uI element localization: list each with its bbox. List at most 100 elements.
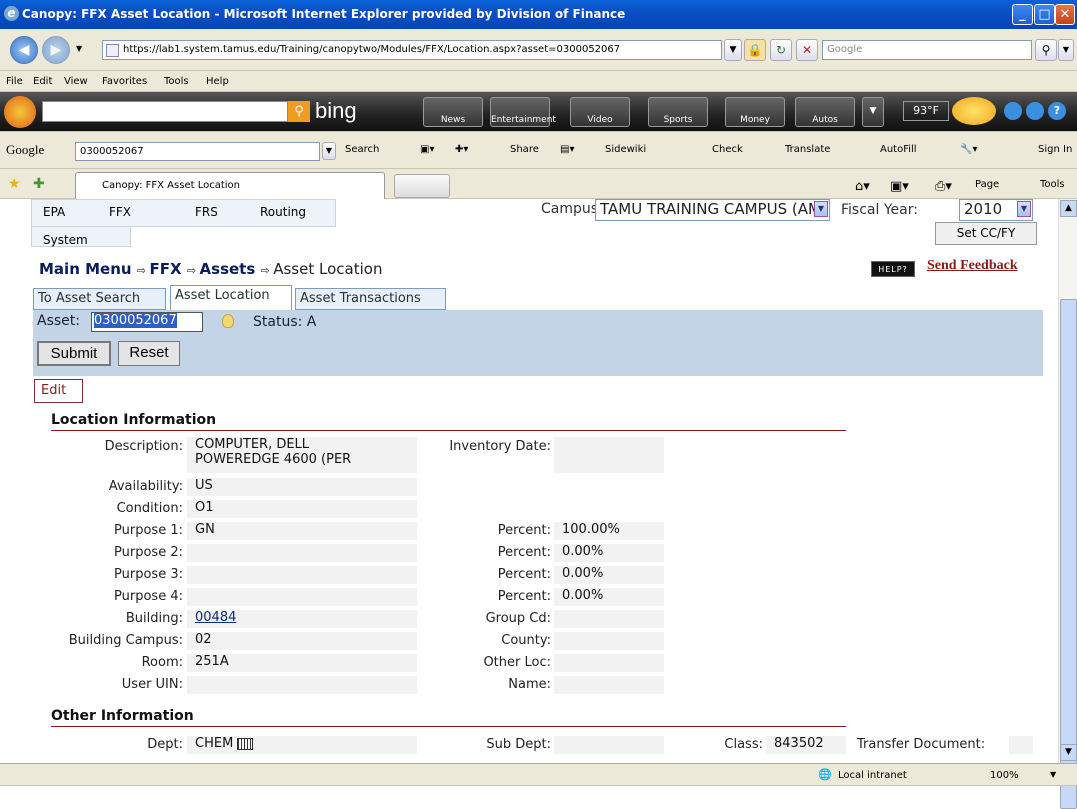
scroll-thumb[interactable] — [1060, 299, 1077, 809]
bing-tab-sports[interactable]: Sports — [648, 97, 708, 127]
weather-temp[interactable]: 93°F — [903, 101, 949, 121]
building-link[interactable]: 00484 — [195, 610, 236, 625]
nav-dropdown-icon[interactable]: ▼ — [76, 44, 82, 53]
edit-button[interactable]: Edit — [34, 379, 83, 403]
dept-value: CHEM — [187, 736, 417, 754]
send-feedback-link[interactable]: Send Feedback — [927, 258, 1018, 274]
page-scrollbar[interactable]: ▲ ▼ — [1058, 199, 1077, 809]
google-signin-button[interactable]: Sign In — [1038, 144, 1072, 155]
barcode-icon[interactable] — [237, 737, 254, 750]
breadcrumb-arrow-icon: ⇨ — [136, 264, 150, 277]
submit-button[interactable]: Submit — [37, 341, 111, 366]
bing-more-icon[interactable]: ▼ — [862, 97, 884, 127]
set-cc-fy-button[interactable]: Set CC/FY — [935, 222, 1037, 245]
breadcrumb-main-menu[interactable]: Main Menu — [39, 260, 132, 278]
minimize-button[interactable]: _ — [1012, 4, 1033, 25]
forward-button[interactable]: ▶ — [42, 36, 70, 64]
module-ffx[interactable]: FFX — [109, 205, 131, 219]
campus-select[interactable]: TAMU TRAINING CAMPUS (AM) — [595, 199, 830, 221]
lock-icon[interactable]: 🔒 — [744, 39, 766, 61]
percent2-value: 0.00% — [554, 544, 664, 562]
menu-help[interactable]: Help — [206, 76, 229, 87]
window-title-bar: e Canopy: FFX Asset Location - Microsoft… — [0, 0, 1077, 29]
tools-menu-button[interactable]: Tools — [1040, 179, 1065, 190]
page-menu-button[interactable]: Page — [975, 179, 999, 190]
globe-icon[interactable] — [1004, 102, 1022, 120]
fiscal-year-dropdown-icon[interactable]: ▼ — [1017, 201, 1031, 217]
module-routing[interactable]: Routing — [260, 205, 306, 219]
add-favorites-icon[interactable]: ✚ — [33, 176, 45, 192]
address-dropdown-icon[interactable]: ▼ — [724, 39, 742, 61]
reset-button[interactable]: Reset — [118, 341, 180, 366]
breadcrumb-arrow-icon: ⇨ — [186, 264, 200, 277]
tab-to-asset-search[interactable]: To Asset Search — [33, 288, 166, 310]
bing-search-input[interactable] — [42, 101, 288, 122]
search-placeholder: Google — [827, 44, 863, 55]
menu-favorites[interactable]: Favorites — [102, 76, 147, 87]
scroll-up-icon[interactable]: ▲ — [1060, 200, 1077, 217]
sub-dept-label: Sub Dept: — [486, 737, 551, 752]
favorites-star-icon[interactable]: ★ — [8, 176, 21, 192]
google-toolbar: Google 0300052067 ▼ Search ▣▾ ✚▾ Share ▤… — [0, 132, 1077, 169]
bing-search-icon[interactable]: ⚲ — [288, 101, 310, 122]
description-value: COMPUTER, DELL POWEREDGE 4600 (PER — [187, 437, 417, 473]
help-icon[interactable]: ? — [1048, 102, 1066, 120]
percent4-value: 0.00% — [554, 588, 664, 606]
google-share-button[interactable]: Share — [510, 144, 539, 155]
module-epa[interactable]: EPA — [43, 205, 65, 219]
msn-logo-icon — [4, 96, 36, 128]
asset-value: 0300052067 — [94, 313, 177, 328]
google-check-button[interactable]: Check — [712, 144, 743, 155]
campus-dropdown-icon[interactable]: ▼ — [814, 201, 828, 217]
print-icon[interactable]: ⎙▾ — [935, 179, 952, 194]
google-dropdown-icon[interactable]: ▼ — [322, 142, 336, 160]
google-autofill-button[interactable]: AutoFill — [880, 144, 917, 155]
refresh-icon[interactable]: ↻ — [770, 39, 792, 61]
menu-view[interactable]: View — [64, 76, 88, 87]
lightbulb-icon[interactable] — [222, 314, 234, 328]
new-tab-button[interactable] — [394, 174, 450, 198]
bing-tab-video[interactable]: Video — [570, 97, 630, 127]
tab-canopy-asset-location[interactable]: Canopy: FFX Asset Location — [75, 172, 385, 199]
back-button[interactable]: ◀ — [10, 36, 38, 64]
asset-input[interactable]: 0300052067 — [91, 312, 203, 332]
google-search-input[interactable]: 0300052067 — [75, 142, 320, 161]
scroll-down-icon[interactable]: ▼ — [1060, 744, 1077, 761]
menu-edit[interactable]: Edit — [33, 76, 52, 87]
close-button[interactable]: ✕ — [1055, 4, 1075, 25]
sub-dept-value — [554, 736, 664, 754]
tab-asset-transactions[interactable]: Asset Transactions — [295, 288, 446, 310]
module-frs[interactable]: FRS — [195, 205, 218, 219]
stop-icon[interactable]: ✕ — [796, 39, 818, 61]
pdf-icon[interactable]: ▤▾ — [560, 144, 574, 155]
bing-tab-entertainment[interactable]: Entertainment — [490, 97, 556, 127]
puzzle-icon[interactable]: ✚▾ — [455, 144, 468, 155]
google-sidewiki-button[interactable]: Sidewiki — [605, 144, 646, 155]
module-system[interactable]: System — [43, 233, 88, 247]
feeds-icon[interactable]: ▣▾ — [890, 179, 909, 194]
breadcrumb-assets[interactable]: Assets — [200, 260, 256, 278]
wrench-icon[interactable]: 🔧▾ — [960, 144, 977, 155]
breadcrumb-ffx[interactable]: FFX — [150, 260, 182, 278]
menu-tools[interactable]: Tools — [164, 76, 189, 87]
other-loc-value — [554, 654, 664, 672]
zoom-text[interactable]: 100% — [990, 770, 1019, 781]
search-box[interactable]: Google — [822, 40, 1032, 60]
google-search-button[interactable]: Search — [345, 144, 379, 155]
bing-tab-news[interactable]: News — [423, 97, 483, 127]
maximize-button[interactable]: □ — [1034, 4, 1055, 25]
search-settings-icon[interactable] — [1026, 102, 1044, 120]
tab-asset-location[interactable]: Asset Location — [170, 285, 292, 310]
menu-file[interactable]: File — [6, 76, 23, 87]
search-icon[interactable]: ⚲ — [1035, 39, 1057, 61]
zoom-dropdown-icon[interactable]: ▼ — [1050, 770, 1056, 779]
bing-tab-money[interactable]: Money — [725, 97, 785, 127]
google-translate-button[interactable]: Translate — [785, 144, 830, 155]
news-icon[interactable]: ▣▾ — [420, 144, 434, 155]
home-icon[interactable]: ⌂▾ — [855, 179, 870, 194]
ie-icon: e — [4, 6, 19, 21]
search-options-icon[interactable]: ▼ — [1058, 39, 1074, 61]
help-button[interactable]: HELP? — [871, 261, 915, 277]
bing-tab-autos[interactable]: Autos — [795, 97, 855, 127]
address-input[interactable]: https://lab1.system.tamus.edu/Training/c… — [102, 40, 722, 60]
